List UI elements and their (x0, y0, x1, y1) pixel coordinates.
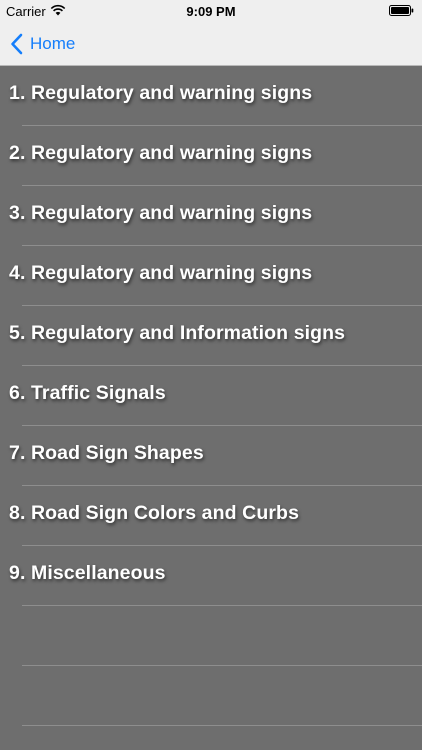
list-item-label: 1. Regulatory and warning signs (9, 82, 313, 104)
list-item[interactable]: 8. Road Sign Colors and Curbs (0, 486, 422, 546)
list-item-label: 9. Miscellaneous (9, 562, 166, 584)
back-button[interactable]: Home (10, 30, 75, 58)
list-item-label: 3. Regulatory and warning signs (9, 202, 313, 224)
chevron-left-icon (11, 33, 23, 55)
empty-row (0, 726, 422, 750)
status-bar: Carrier 9:09 PM (0, 0, 422, 22)
list-item-label: 6. Traffic Signals (9, 382, 166, 404)
list-item-label: 8. Road Sign Colors and Curbs (9, 502, 300, 524)
status-time: 9:09 PM (186, 4, 236, 19)
list-item[interactable]: 6. Traffic Signals (0, 366, 422, 426)
list-item[interactable]: 4. Regulatory and warning signs (0, 246, 422, 306)
battery-icon (389, 5, 414, 16)
list-item[interactable]: 3. Regulatory and warning signs (0, 186, 422, 246)
back-button-label: Home (30, 34, 76, 53)
list-item-label: 2. Regulatory and warning signs (9, 142, 313, 164)
list-item-label: 5. Regulatory and Information signs (9, 322, 346, 344)
list-item[interactable]: 1. Regulatory and warning signs (0, 66, 422, 126)
list-item[interactable]: 7. Road Sign Shapes (0, 426, 422, 486)
list-item-label: 7. Road Sign Shapes (9, 442, 204, 464)
empty-row (0, 606, 422, 666)
empty-row (0, 666, 422, 726)
list-item-label: 4. Regulatory and warning signs (9, 262, 313, 284)
list-item[interactable]: 2. Regulatory and warning signs (0, 126, 422, 186)
navigation-bar: Home (0, 22, 422, 66)
list-item[interactable]: 5. Regulatory and Information signs (0, 306, 422, 366)
list-item[interactable]: 9. Miscellaneous (0, 546, 422, 606)
topic-list: 1. Regulatory and warning signs 2. Regul… (0, 66, 422, 750)
